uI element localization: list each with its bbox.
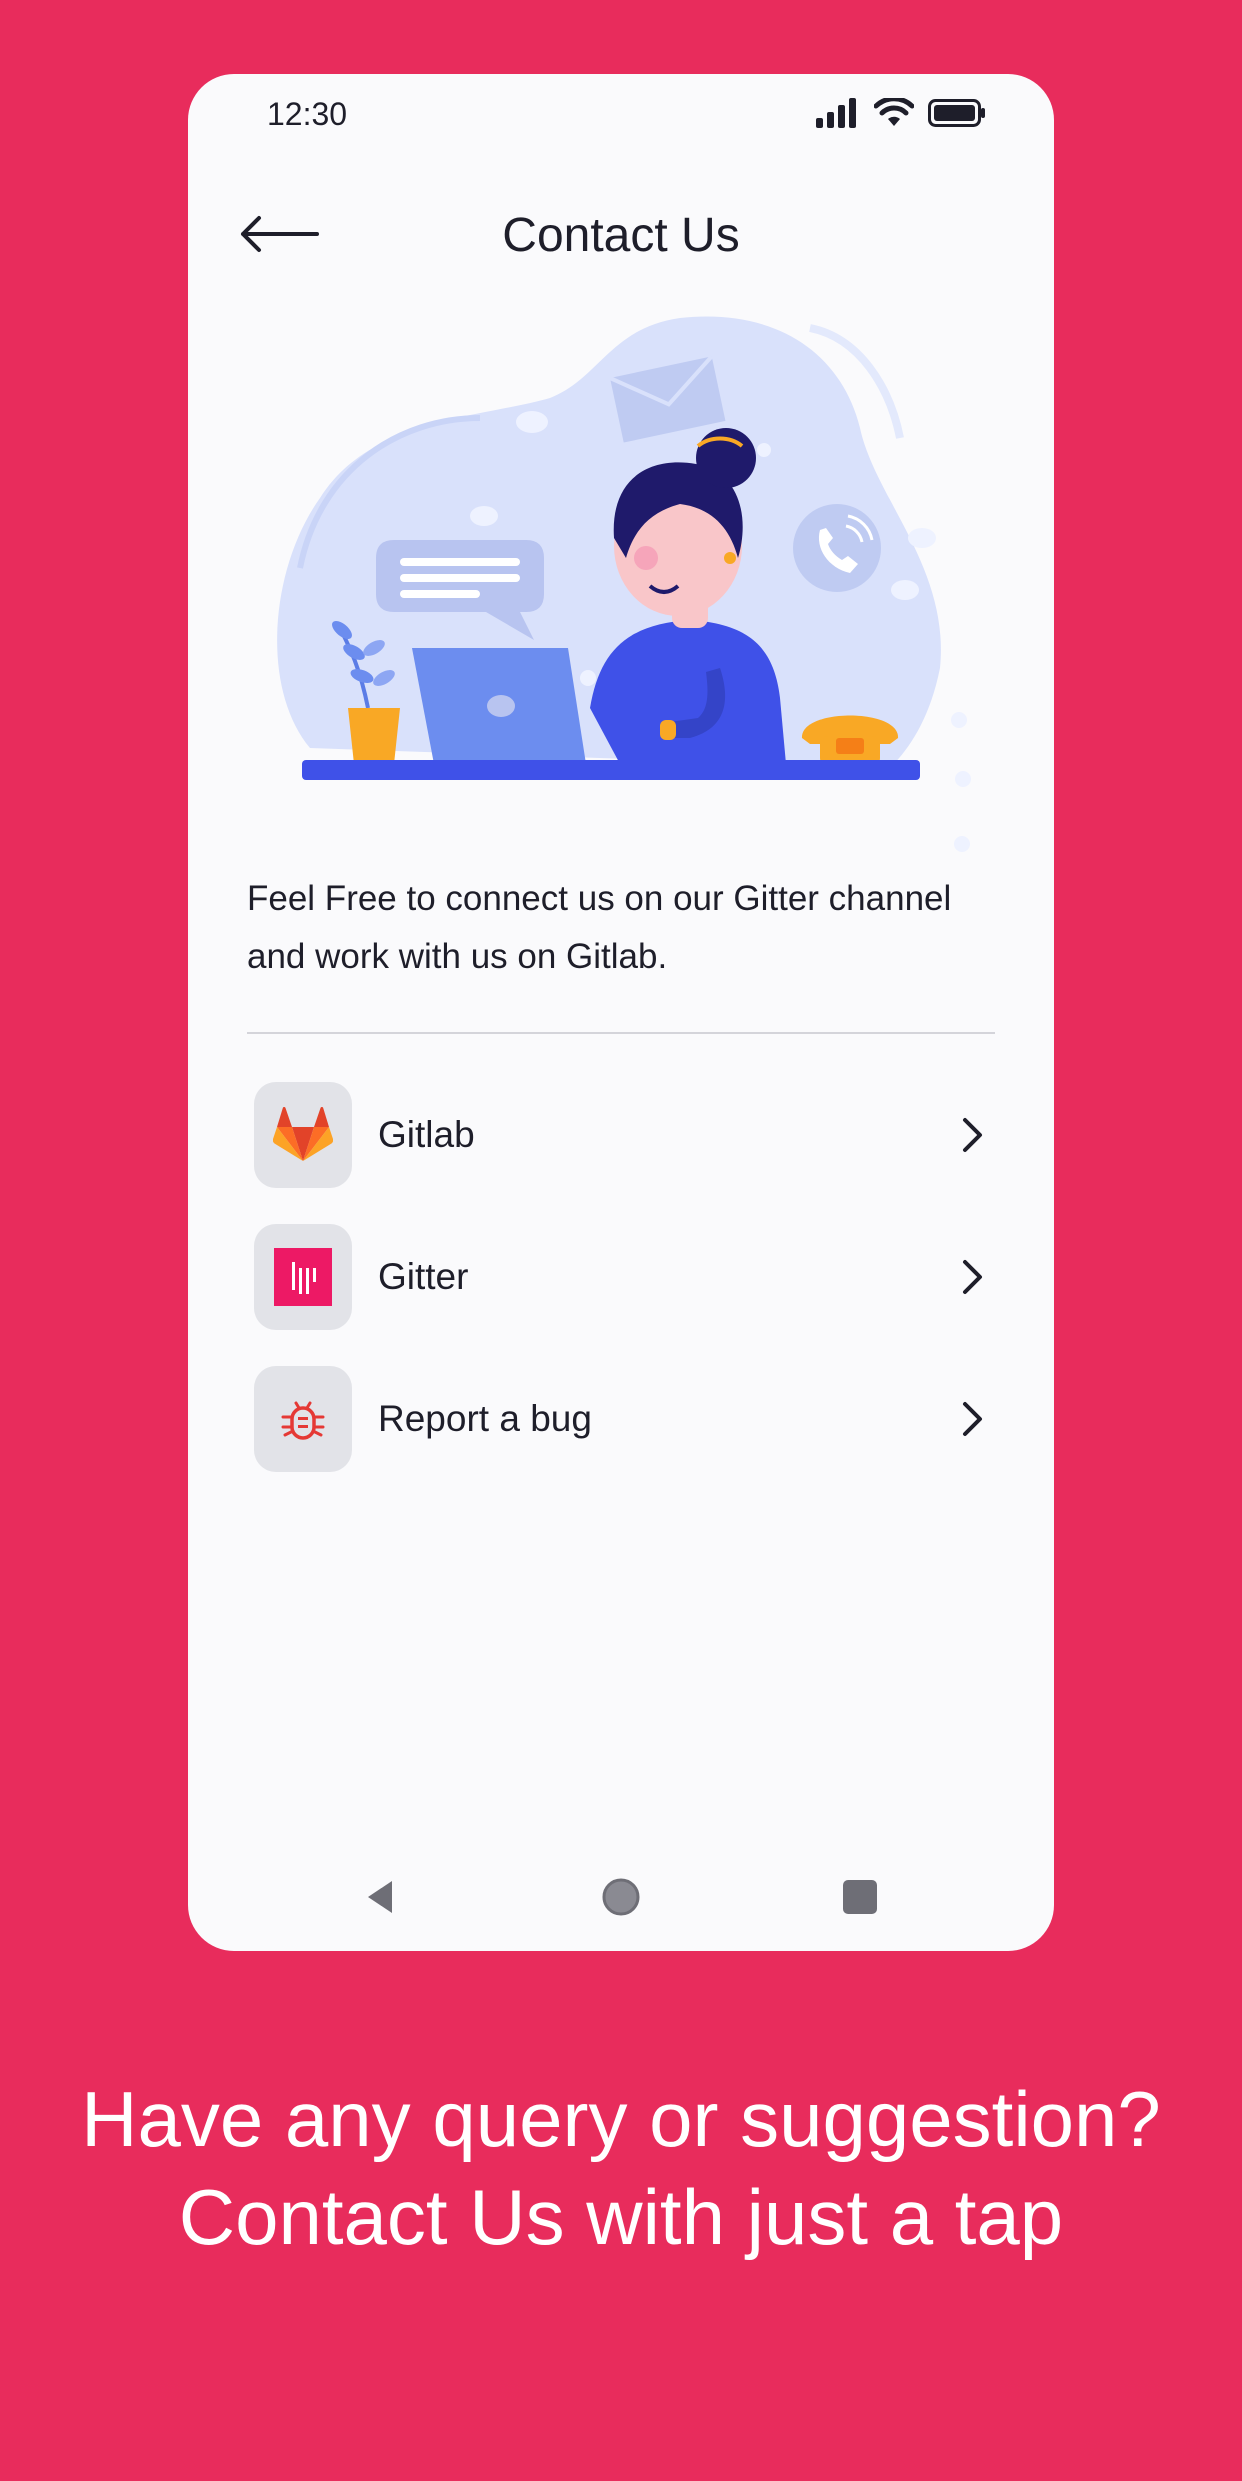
status-time: 12:30 [267,96,348,132]
bug-icon [281,1401,325,1440]
nav-home-icon[interactable] [599,1875,643,1919]
menu-item-report-bug[interactable]: Report a bug [254,1366,994,1472]
phone-screen: 12:30 Contact Us Feel Free to connect us… [188,74,1054,1951]
chevron-right-icon [963,1118,982,1152]
menu-icon-container [254,1224,352,1330]
menu-item-gitlab[interactable]: Gitlab [254,1082,994,1188]
menu-item-label: Gitter [378,1256,469,1297]
divider [247,1032,995,1034]
menu-item-gitter[interactable]: Gitter [254,1224,994,1330]
status-bar: 12:30 [188,74,1054,154]
description-text: Feel Free to connect us on our Gitter ch… [247,879,952,976]
menu-icon-container [254,1366,352,1472]
battery-icon [928,99,985,127]
wifi-icon [874,98,914,126]
menu-icon-container [254,1082,352,1188]
status-icons [816,98,986,128]
contact-illustration [277,316,971,852]
gitlab-logo-icon [273,1107,333,1161]
nav-back-icon[interactable] [360,1875,404,1919]
page-title: Contact Us [502,209,740,262]
gitter-logo-icon [274,1248,332,1306]
chevron-right-icon [963,1402,982,1436]
contact-menu-list: Gitlab Gitter Report a bug [254,1082,994,1508]
app-bar: Contact Us [188,194,1054,276]
menu-item-label: Report a bug [378,1398,592,1439]
signal-icon [816,98,856,128]
chevron-right-icon [963,1260,982,1294]
menu-item-label: Gitlab [378,1114,475,1155]
system-nav-bar [188,1851,1054,1951]
nav-recents-icon[interactable] [838,1875,882,1919]
promo-tagline: Have any query or suggestion? Contact Us… [81,2075,1161,2261]
